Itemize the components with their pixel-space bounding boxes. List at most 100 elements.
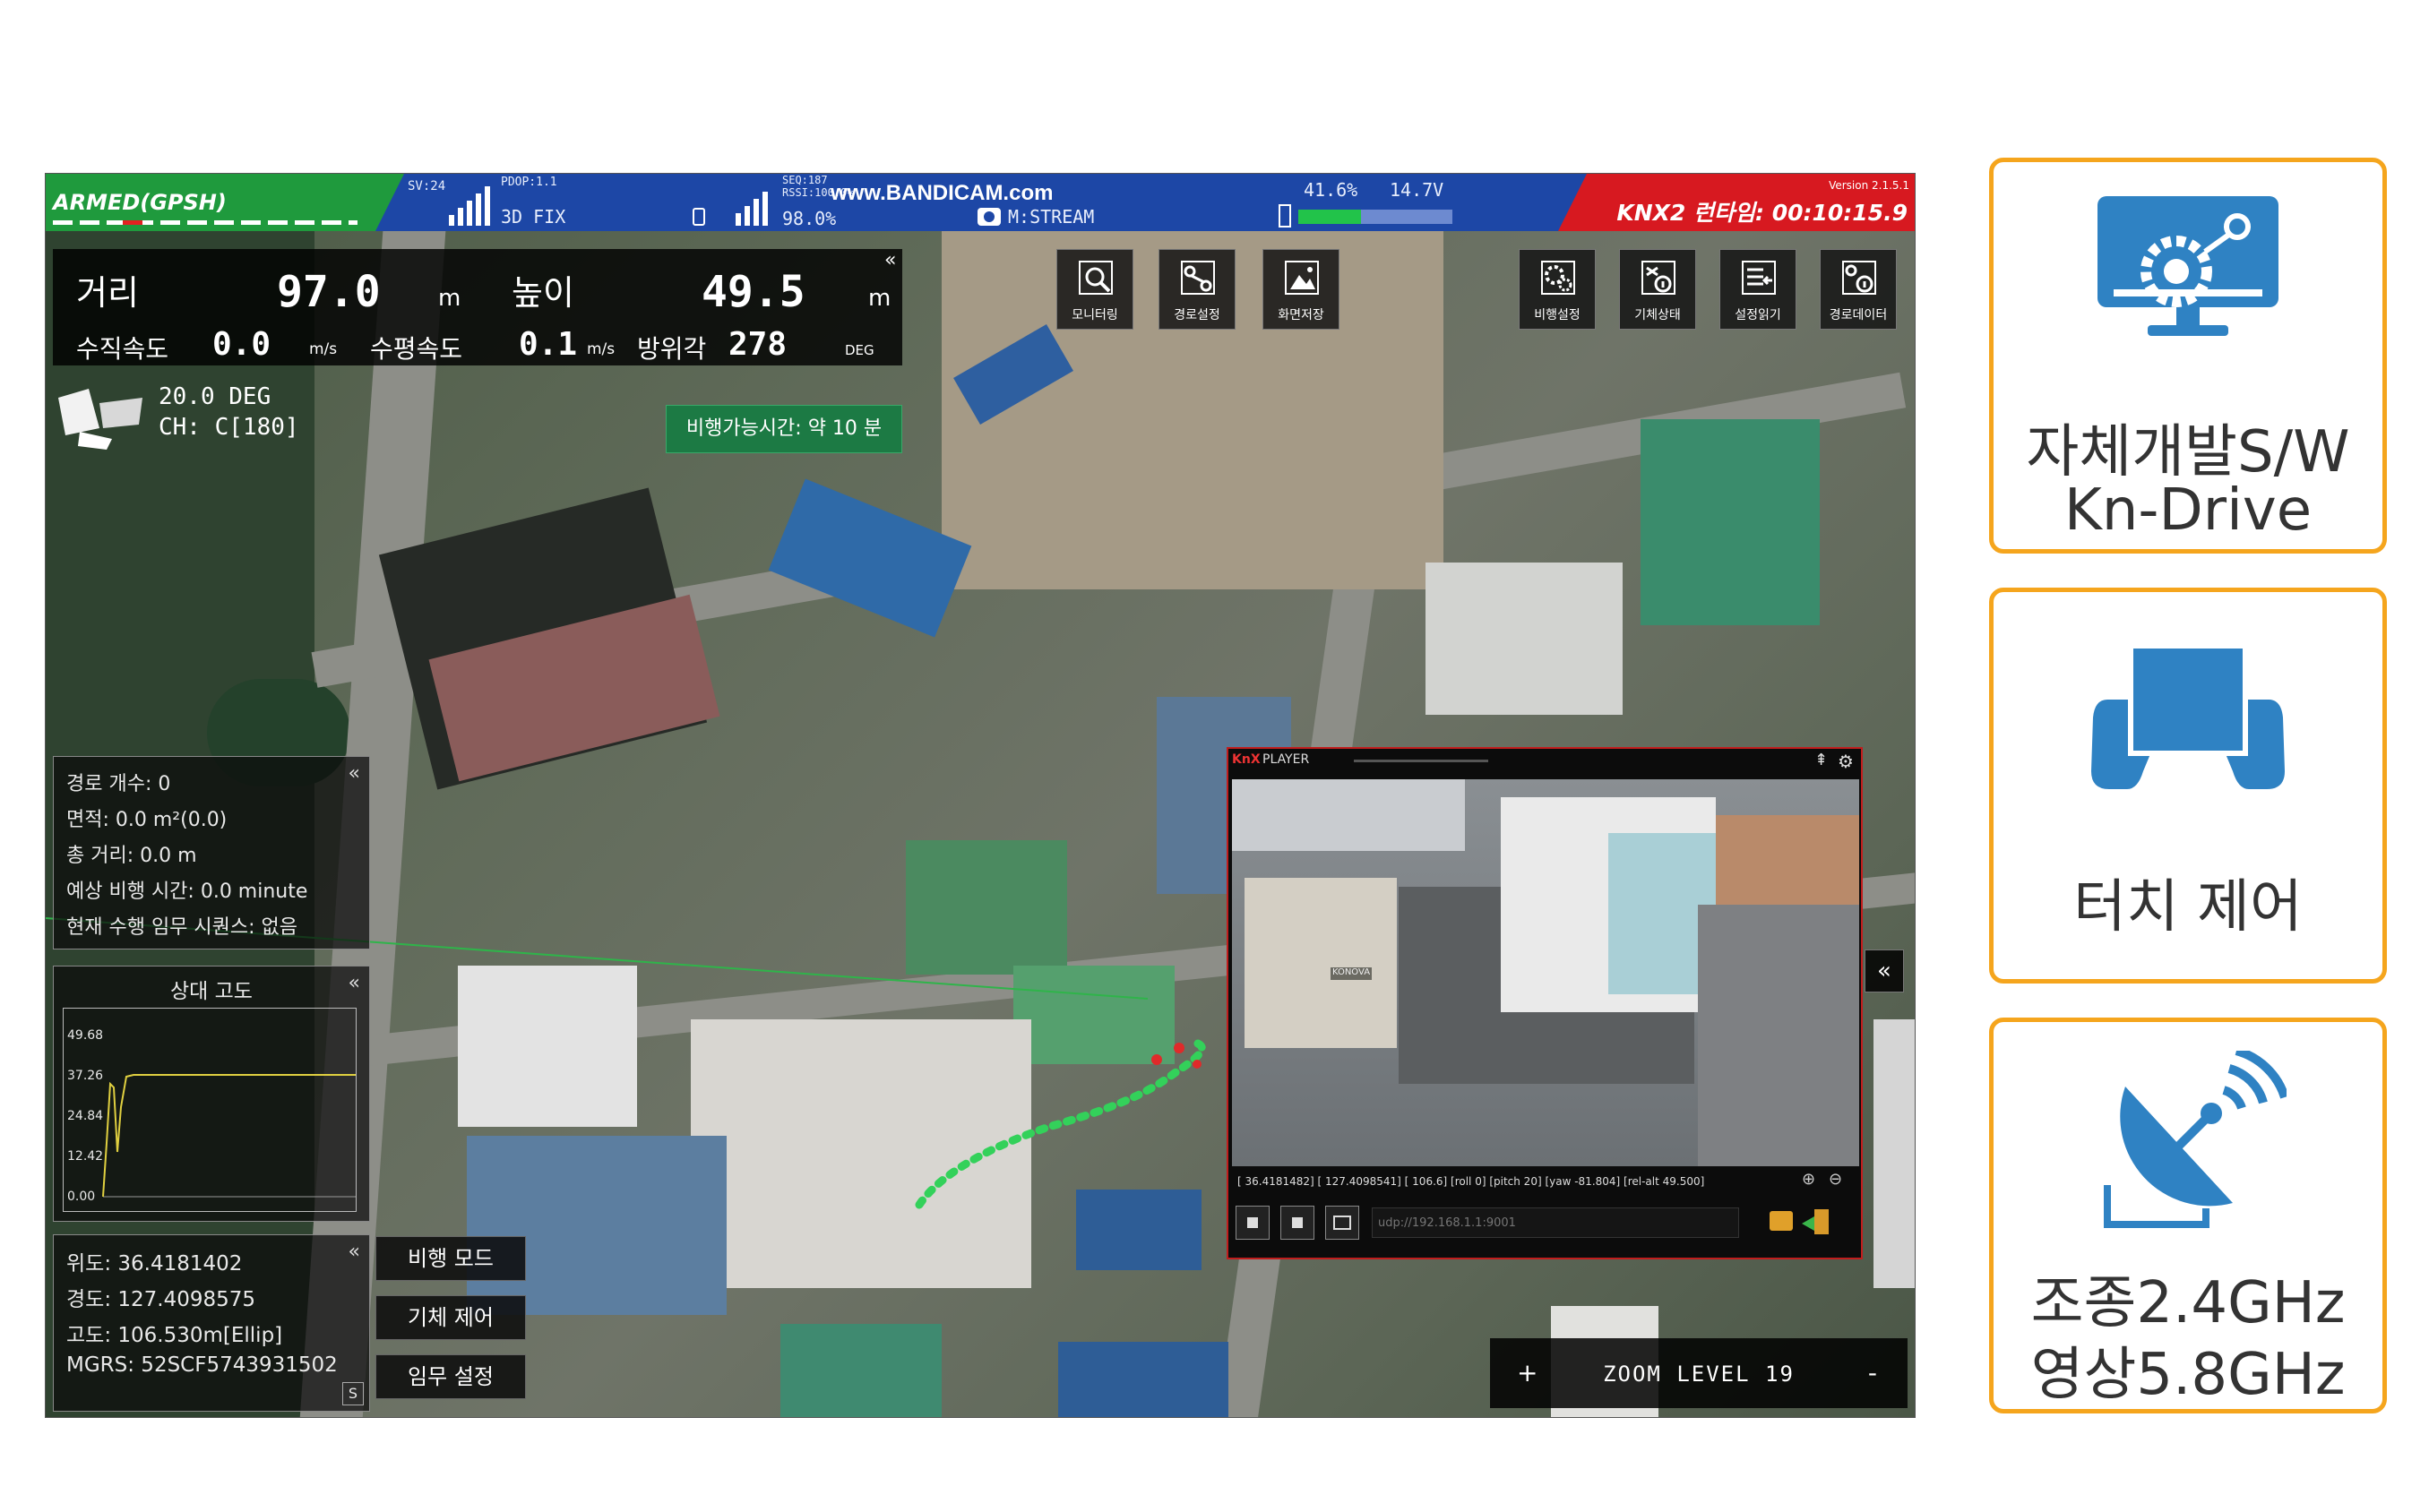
player-telemetry-line: [ 36.4181482] [ 127.4098541] [ 106.6] [r… [1237, 1175, 1705, 1188]
drone-track [915, 1037, 1206, 1209]
battery-icon [1279, 204, 1291, 228]
feature-line: Kn-Drive [2063, 477, 2313, 544]
right-panel-toggle[interactable]: « [1865, 949, 1904, 992]
route-icon [1181, 261, 1215, 295]
video-player: KnX PLAYER ⇞ ⚙ KONOVA [ 36.4181482] [ 12… [1227, 747, 1863, 1259]
flight-settings-icon [1541, 261, 1575, 295]
player-seek-bar[interactable] [1354, 760, 1488, 762]
vertical-speed-unit: m/s [309, 340, 338, 358]
vehicle-status-button[interactable]: 기체상태 [1619, 249, 1696, 330]
zoom-out-button[interactable]: - [1868, 1358, 1877, 1387]
altitude-line [102, 1074, 356, 1198]
open-folder-icon[interactable] [1770, 1211, 1793, 1231]
battery-bar-track [1361, 210, 1452, 224]
vehicle-status-icon [1641, 261, 1675, 295]
feature-line: 자체개발S/W [2026, 419, 2350, 485]
zoom-control: + ZOOM LEVEL 19 - [1490, 1338, 1908, 1408]
mgrs-coordinate: MGRS: 52SCF5743931502 [66, 1353, 338, 1377]
altitude-chart-title: 상대 고도 [170, 980, 253, 1003]
horizontal-speed-unit: m/s [587, 340, 616, 358]
telemetry-panel: 거리 97.0 m 높이 49.5 m 수직속도 0.0 m/s 수평속도 0.… [53, 249, 902, 365]
altitude-chart-panel: 상대 고도 « 49.68 37.26 24.84 12.42 0.00 [53, 966, 370, 1222]
gimbal-angle: 20.0 DEG [159, 383, 271, 410]
gear-icon[interactable]: ⚙ [1838, 751, 1854, 772]
flight-mode-button[interactable]: 비행 모드 [375, 1236, 526, 1281]
track-marker [1174, 1043, 1184, 1053]
monitoring-button[interactable]: 모니터링 [1056, 249, 1133, 330]
zoom-out-icon[interactable]: ⊖ [1829, 1170, 1842, 1189]
route-eta: 예상 비행 시간: 0.0 minute [66, 881, 308, 903]
video-road [1698, 905, 1859, 1166]
runtime-indicator: Version 2.1.5.1 KNX2 런타임: 00:10:15.9 [1558, 174, 1915, 231]
video-building [1245, 878, 1397, 1048]
route-area: 면적: 0.0 m²(0.0) [66, 809, 228, 831]
pin-icon[interactable]: ⇞ [1814, 751, 1828, 769]
connect-icon[interactable] [1802, 1207, 1830, 1236]
route-panel-collapse-icon[interactable]: « [349, 762, 360, 785]
flight-settings-button[interactable]: 비행설정 [1519, 249, 1596, 330]
heading-unit: DEG [845, 342, 874, 358]
save-screen-button[interactable]: 화면저장 [1262, 249, 1339, 330]
battery-percent: 41.6% [1304, 179, 1358, 201]
armed-indicator: ARMED(GPSH) [46, 174, 404, 231]
stream-url-input[interactable] [1372, 1207, 1739, 1238]
mission-settings-button[interactable]: 임무 설정 [375, 1354, 526, 1399]
toolbar-label: 경로데이터 [1829, 308, 1888, 322]
position-panel: « 위도: 36.4181402 경도: 127.4098575 고도: 106… [53, 1234, 370, 1412]
altitude-series [102, 1074, 356, 1198]
video-feed: KONOVA [1232, 779, 1859, 1166]
gps-sv: SV:24 [408, 179, 446, 193]
tablet-controller-icon [1994, 637, 2382, 798]
building-sign: KONOVA [1331, 967, 1372, 980]
read-settings-icon [1742, 261, 1776, 295]
camera-icon [978, 208, 1001, 226]
route-total-distance: 총 거리: 0.0 m [66, 845, 197, 867]
toolbar-label: 비행설정 [1534, 308, 1581, 322]
vehicle-control-button[interactable]: 기체 제어 [375, 1295, 526, 1340]
height-unit: m [868, 285, 891, 312]
telemetry-collapse-icon[interactable]: « [884, 249, 896, 271]
record-button[interactable] [1236, 1206, 1270, 1240]
position-panel-collapse-icon[interactable]: « [349, 1241, 360, 1263]
feature-card-touch: 터치 제어 [1989, 588, 2387, 984]
height-label: 높이 [512, 273, 574, 313]
latitude: 위도: 36.4181402 [66, 1252, 243, 1276]
distance-label: 거리 [76, 273, 139, 313]
link-seq: SEQ:187 [782, 174, 828, 186]
height-value: 49.5 [702, 267, 805, 317]
app-version: Version 2.1.5.1 [1829, 179, 1909, 192]
longitude: 경도: 127.4098575 [66, 1288, 256, 1311]
screenshot-icon [1285, 261, 1319, 295]
page: ARMED(GPSH) SV:24 PDOP:1.1 3D FIX SEQ:18… [0, 0, 2429, 1512]
gcs-window: ARMED(GPSH) SV:24 PDOP:1.1 3D FIX SEQ:18… [45, 173, 1916, 1418]
link-quality: 98.0% [782, 208, 837, 229]
route-settings-button[interactable]: 경로설정 [1159, 249, 1236, 330]
altitude-panel-collapse-icon[interactable]: « [349, 972, 360, 994]
read-settings-button[interactable]: 설정읽기 [1719, 249, 1796, 330]
flight-time-badge: 비행가능시간: 약 10 분 [666, 405, 902, 453]
gimbal-camera-icon [58, 389, 142, 450]
track-marker [1151, 1054, 1162, 1065]
armed-progress-alert [123, 220, 142, 225]
video-building [1232, 779, 1465, 851]
gimbal-channel: CH: C[180] [159, 414, 299, 441]
gimbal-widget [53, 382, 151, 453]
status-bar: ARMED(GPSH) SV:24 PDOP:1.1 3D FIX SEQ:18… [46, 174, 1915, 231]
route-info-panel: « 경로 개수: 0 면적: 0.0 m²(0.0) 총 거리: 0.0 m 예… [53, 756, 370, 949]
stream-mode: M:STREAM [1008, 206, 1095, 228]
battery-bar-fill [1298, 210, 1361, 224]
video-building [1716, 815, 1859, 905]
snapshot-button[interactable] [1325, 1206, 1359, 1240]
altitude-plot-area: 49.68 37.26 24.84 12.42 0.00 [63, 1008, 357, 1212]
feature-line: 영상5.8GHz [2030, 1342, 2346, 1408]
route-data-button[interactable]: 경로데이터 [1820, 249, 1897, 330]
armed-progress [53, 220, 357, 225]
monitoring-icon [1079, 261, 1113, 295]
stop-button[interactable] [1280, 1206, 1314, 1240]
toolbar-label: 설정읽기 [1735, 308, 1781, 322]
toolbar-label: 모니터링 [1072, 308, 1118, 322]
zoom-in-icon[interactable]: ⊕ [1802, 1170, 1815, 1189]
coordinate-format-toggle[interactable]: S [342, 1382, 364, 1405]
gps-fix: 3D FIX [501, 206, 566, 228]
gps-pdop: PDOP:1.1 [501, 176, 557, 189]
